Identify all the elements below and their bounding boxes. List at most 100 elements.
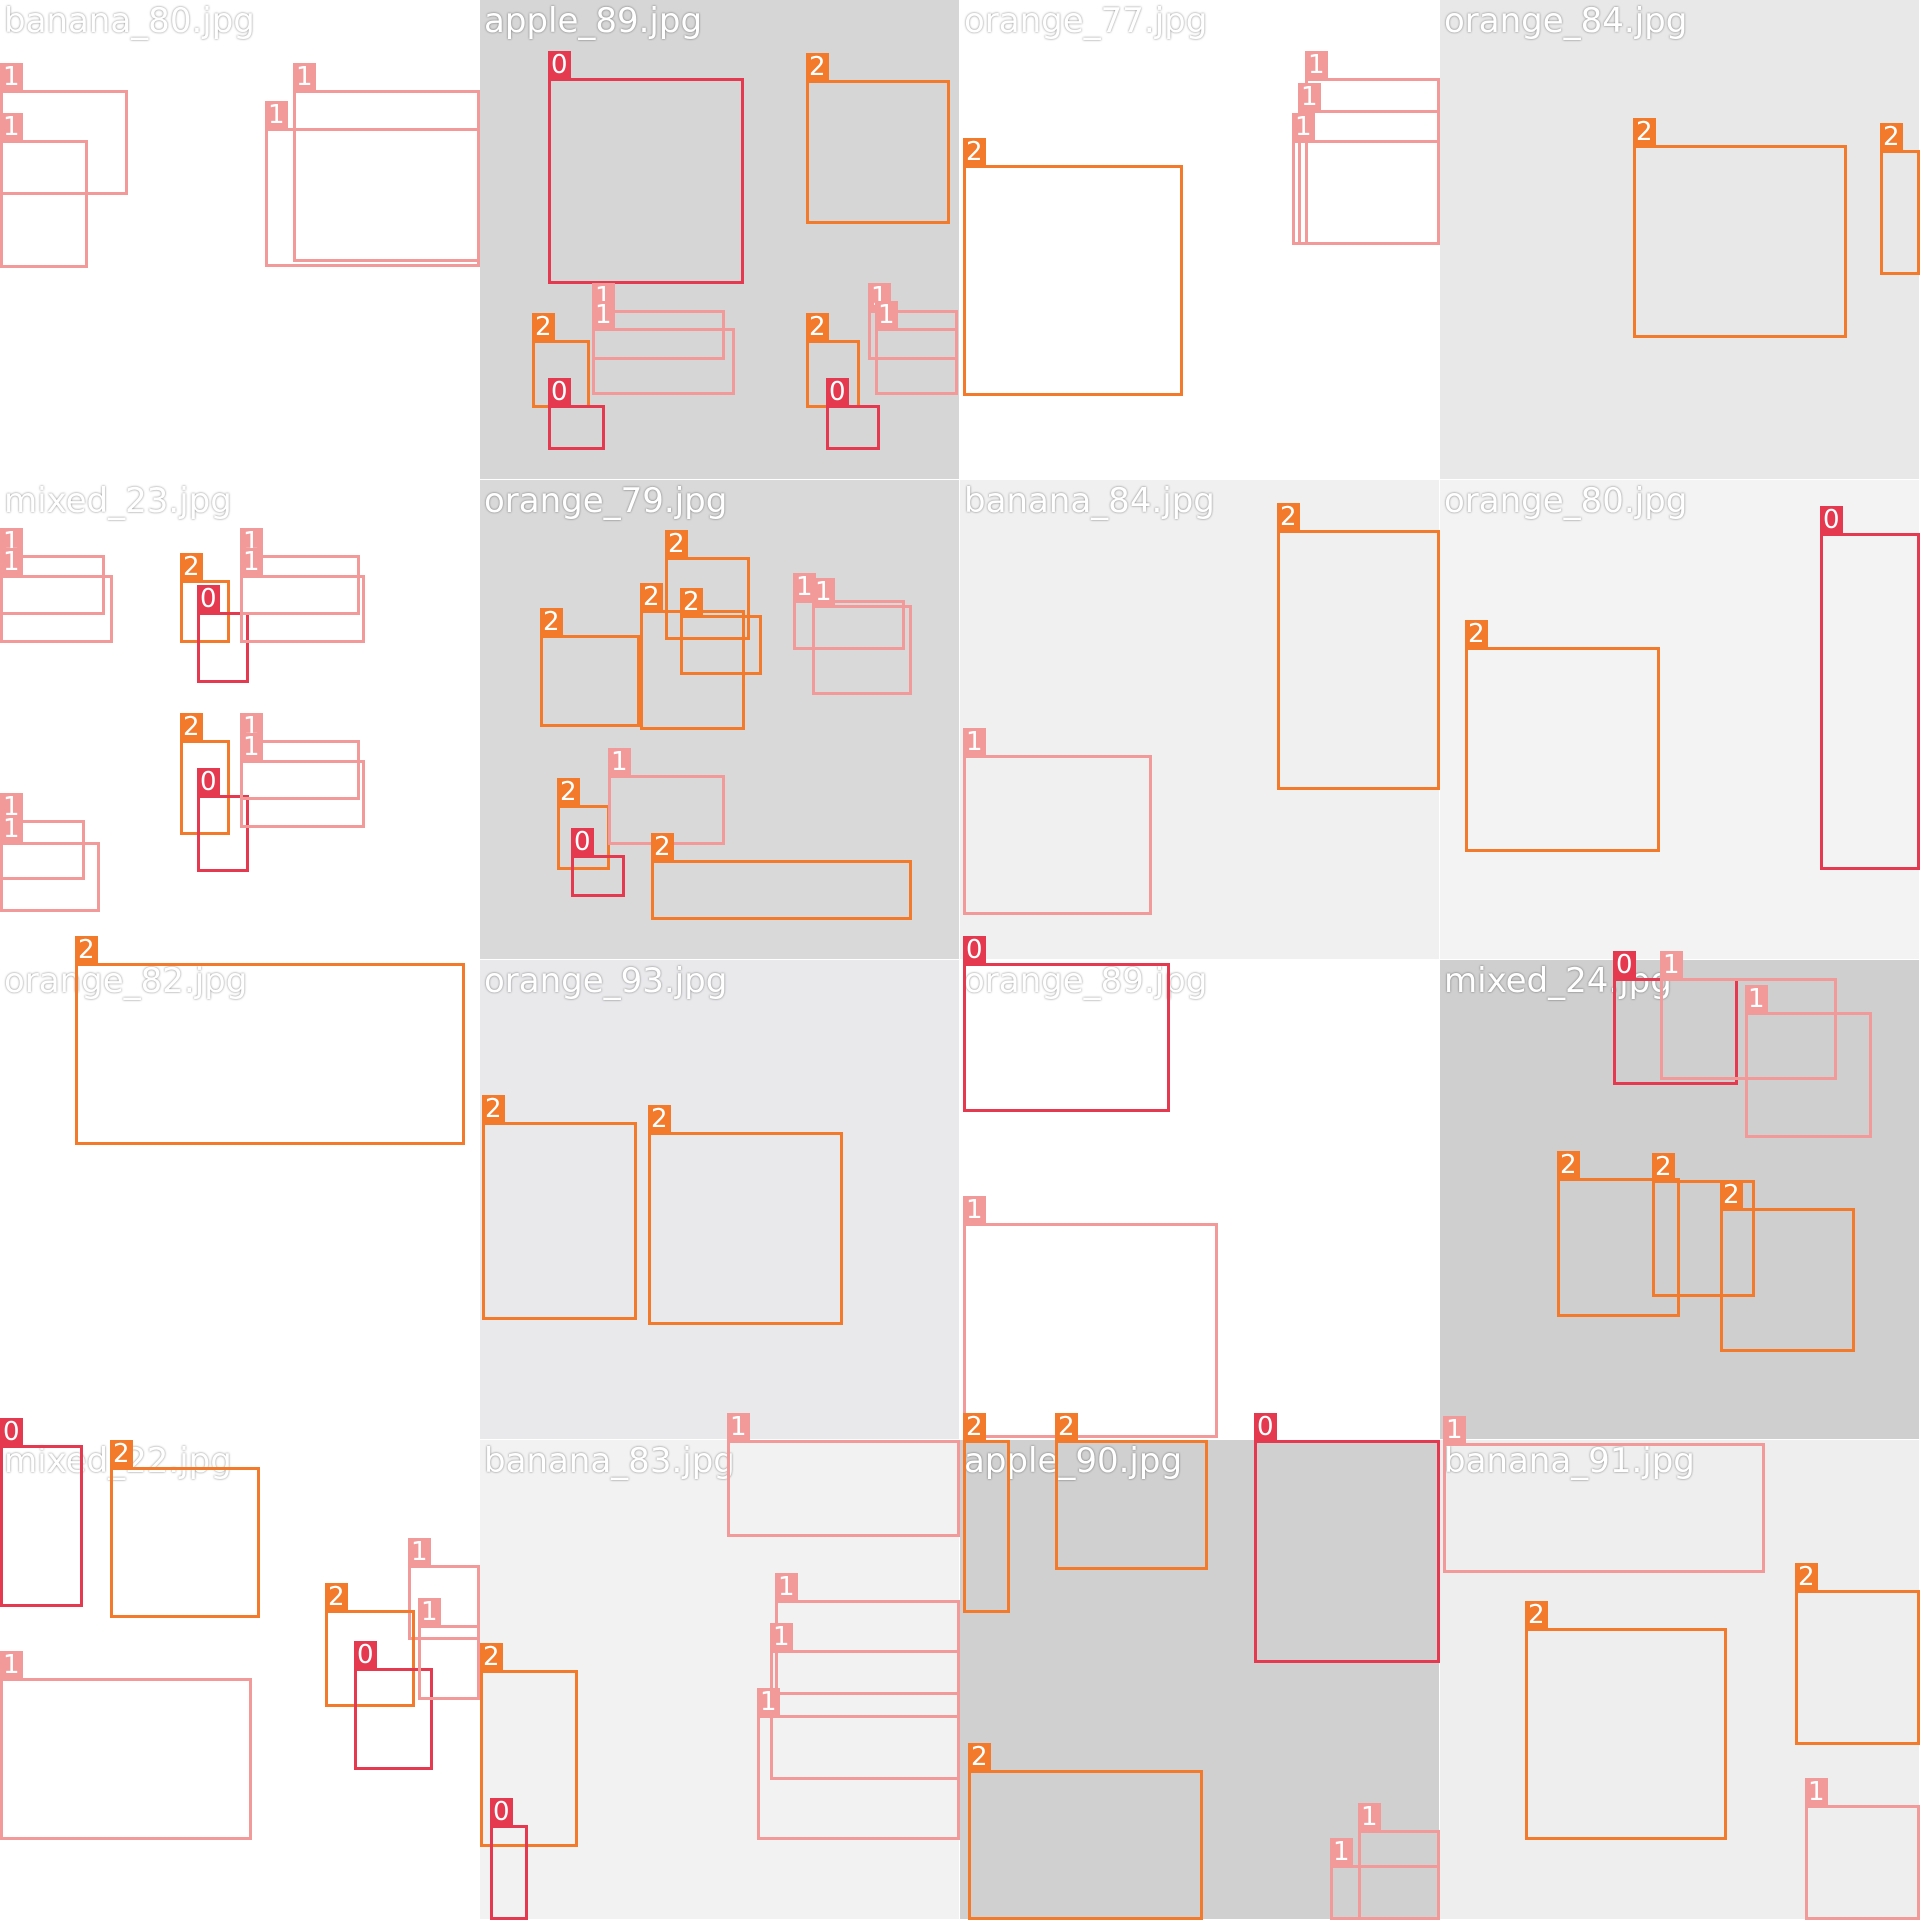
class-label: 2 bbox=[1525, 1601, 1548, 1629]
class-label: 1 bbox=[418, 1598, 441, 1626]
tile-filename: orange_80.jpg bbox=[1444, 481, 1688, 521]
class-label: 1 bbox=[727, 1413, 750, 1441]
class-label: 2 bbox=[1720, 1181, 1743, 1209]
bounding-box: 1 bbox=[727, 1413, 960, 1537]
bounding-box: 1 bbox=[963, 728, 1152, 915]
class-label: 0 bbox=[354, 1641, 377, 1669]
class-label: 2 bbox=[532, 313, 555, 341]
bounding-box: 1 bbox=[812, 578, 912, 695]
tile-filename: apple_89.jpg bbox=[484, 1, 703, 41]
class-label: 0 bbox=[197, 768, 220, 796]
class-label: 0 bbox=[490, 1798, 513, 1826]
class-label: 2 bbox=[963, 1413, 986, 1441]
class-label: 1 bbox=[963, 728, 986, 756]
class-label: 1 bbox=[1745, 985, 1768, 1013]
class-label: 1 bbox=[0, 63, 23, 91]
class-label: 1 bbox=[608, 748, 631, 776]
class-label: 0 bbox=[963, 936, 986, 964]
bounding-box: 2 bbox=[75, 936, 465, 1145]
class-label: 2 bbox=[480, 1643, 503, 1671]
bounding-box: 2 bbox=[1525, 1601, 1727, 1840]
class-label: 1 bbox=[0, 1651, 23, 1679]
bounding-box: 1 bbox=[592, 301, 735, 395]
bounding-box: 1 bbox=[963, 1196, 1218, 1438]
bounding-box: 0 bbox=[490, 1798, 528, 1920]
bounding-box: 1 bbox=[1745, 985, 1872, 1138]
bounding-box: 0 bbox=[548, 51, 744, 284]
class-label: 0 bbox=[548, 378, 571, 406]
class-label: 2 bbox=[482, 1095, 505, 1123]
detection-mosaic: banana_80.jpg apple_89.jpg orange_77.jpg or… bbox=[0, 0, 1920, 1920]
bounding-box: 1 bbox=[0, 815, 100, 912]
class-label: 2 bbox=[1880, 123, 1903, 151]
class-label: 0 bbox=[0, 1418, 23, 1446]
class-label: 2 bbox=[1277, 503, 1300, 531]
class-label: 2 bbox=[1557, 1151, 1580, 1179]
bounding-box: 0 bbox=[963, 936, 1170, 1112]
bounding-box: 2 bbox=[648, 1105, 843, 1325]
bounding-box: 2 bbox=[963, 1413, 1010, 1613]
class-label: 1 bbox=[592, 301, 615, 329]
class-label: 1 bbox=[775, 1573, 798, 1601]
bounding-box: 2 bbox=[1465, 620, 1660, 852]
class-label: 0 bbox=[1254, 1413, 1277, 1441]
bounding-box: 2 bbox=[1055, 1413, 1208, 1570]
class-label: 1 bbox=[265, 101, 288, 129]
bounding-box: 2 bbox=[1880, 123, 1920, 275]
class-label: 2 bbox=[75, 936, 98, 964]
class-label: 2 bbox=[665, 530, 688, 558]
class-label: 0 bbox=[1820, 506, 1843, 534]
bounding-box: 2 bbox=[651, 833, 912, 920]
bounding-box: 2 bbox=[540, 608, 640, 727]
class-label: 1 bbox=[0, 815, 23, 843]
class-label: 1 bbox=[770, 1623, 793, 1651]
class-label: 1 bbox=[293, 63, 316, 91]
bounding-box: 0 bbox=[1254, 1413, 1440, 1663]
bounding-box: 2 bbox=[110, 1440, 260, 1618]
class-label: 2 bbox=[1465, 620, 1488, 648]
bounding-box: 1 bbox=[1443, 1416, 1765, 1573]
bounding-box: 2 bbox=[1720, 1181, 1855, 1352]
class-label: 0 bbox=[571, 828, 594, 856]
bounding-box: 0 bbox=[548, 378, 605, 450]
class-label: 2 bbox=[1652, 1153, 1675, 1181]
class-label: 1 bbox=[1298, 83, 1321, 111]
class-label: 1 bbox=[408, 1538, 431, 1566]
bounding-box: 1 bbox=[875, 301, 958, 395]
bounding-box: 0 bbox=[826, 378, 880, 450]
bounding-box: 2 bbox=[963, 138, 1183, 396]
bounding-box: 0 bbox=[571, 828, 625, 897]
bounding-box: 2 bbox=[1795, 1563, 1920, 1745]
class-label: 1 bbox=[1358, 1803, 1381, 1831]
class-label: 2 bbox=[180, 713, 203, 741]
class-label: 0 bbox=[197, 585, 220, 613]
class-label: 1 bbox=[812, 578, 835, 606]
class-label: 2 bbox=[540, 608, 563, 636]
class-label: 2 bbox=[180, 553, 203, 581]
tile-filename: banana_80.jpg bbox=[4, 1, 255, 41]
bounding-box: 1 bbox=[418, 1598, 480, 1700]
class-label: 2 bbox=[640, 583, 663, 611]
tile-filename: orange_79.jpg bbox=[484, 481, 728, 521]
tile-filename: banana_84.jpg bbox=[964, 481, 1215, 521]
class-label: 1 bbox=[0, 548, 23, 576]
class-label: 2 bbox=[806, 53, 829, 81]
class-label: 1 bbox=[0, 113, 23, 141]
class-label: 1 bbox=[1443, 1416, 1466, 1444]
bounding-box: 2 bbox=[968, 1743, 1203, 1920]
class-label: 1 bbox=[1660, 951, 1683, 979]
class-label: 2 bbox=[806, 313, 829, 341]
bounding-box: 2 bbox=[806, 53, 950, 224]
class-label: 1 bbox=[240, 733, 263, 761]
class-label: 2 bbox=[680, 588, 703, 616]
class-label: 1 bbox=[240, 548, 263, 576]
class-label: 2 bbox=[557, 778, 580, 806]
bounding-box: 1 bbox=[0, 1651, 252, 1840]
tile-filename: orange_84.jpg bbox=[1444, 1, 1688, 41]
bounding-box: 1 bbox=[0, 548, 113, 643]
bounding-box: 2 bbox=[482, 1095, 637, 1320]
class-label: 1 bbox=[1330, 1838, 1353, 1866]
bounding-box: 0 bbox=[1820, 506, 1920, 870]
class-label: 0 bbox=[826, 378, 849, 406]
bounding-box: 1 bbox=[1292, 113, 1440, 245]
